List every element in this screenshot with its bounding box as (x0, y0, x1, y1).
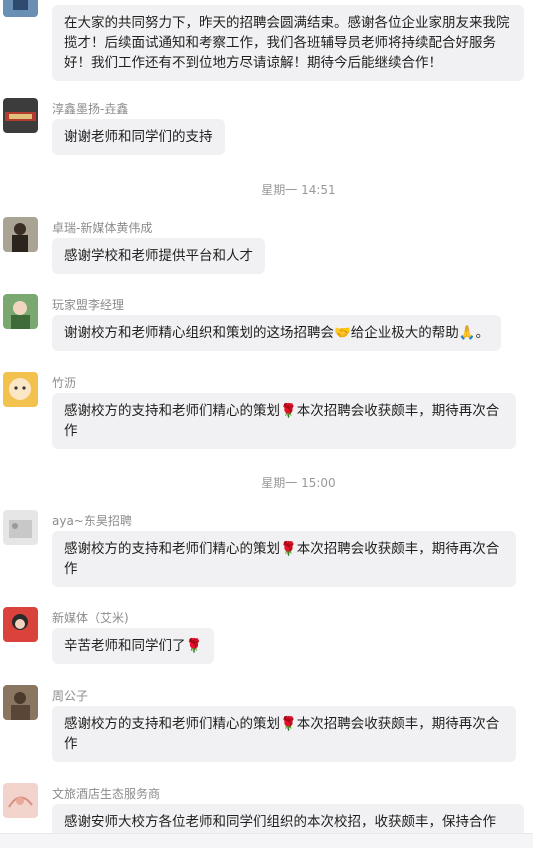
sender-name: 新媒体（艾米) (52, 611, 129, 625)
avatar[interactable] (3, 685, 38, 720)
sender-name: 玩家盟李经理 (52, 298, 125, 312)
message-bubble[interactable]: 感谢校方的支持和老师们精心的策划🌹本次招聘会收获颇丰，期待再次合作 (52, 531, 516, 587)
sender-name: 竹沥 (52, 376, 77, 390)
avatar[interactable] (3, 217, 38, 252)
chat-feed: 在大家的共同努力下，昨天的招聘会圆满结束。感谢各位企业家朋友来我院揽才！后续面试… (0, 0, 533, 847)
avatar[interactable] (3, 98, 38, 133)
avatar-image (3, 510, 38, 545)
avatar-image (3, 294, 38, 329)
message-text: 谢谢校方和老师精心组织和策划的这场招聘会🤝给企业极大的帮助🙏。 (64, 325, 490, 341)
sender-name: 淳鑫墨扬-垚鑫 (52, 102, 129, 116)
message-text: 感谢校方的支持和老师们精心的策划🌹本次招聘会收获颇丰，期待再次合作 (64, 403, 500, 439)
message-bubble[interactable]: 感谢校方的支持和老师们精心的策划🌹本次招聘会收获颇丰，期待再次合作 (52, 393, 516, 449)
sender-name: 文旅酒店生态服务商 (52, 787, 161, 801)
sender-name: 周公子 (52, 689, 89, 703)
avatar-image (3, 0, 38, 17)
message-bubble[interactable]: 感谢学校和老师提供平台和人才 (52, 238, 265, 274)
message-bubble[interactable]: 感谢校方的支持和老师们精心的策划🌹本次招聘会收获颇丰，期待再次合作 (52, 706, 516, 762)
timestamp: 星期一 14:51 (261, 183, 336, 197)
message-bubble[interactable]: 辛苦老师和同学们了🌹 (52, 628, 215, 664)
sender-name: 卓瑞-新媒体黄伟成 (52, 221, 153, 235)
avatar-image (3, 685, 38, 720)
avatar[interactable] (3, 607, 38, 642)
message-text: 感谢校方的支持和老师们精心的策划🌹本次招聘会收获颇丰，期待再次合作 (64, 716, 500, 752)
message-text: 在大家的共同努力下，昨天的招聘会圆满结束。感谢各位企业家朋友来我院揽才！后续面试… (64, 15, 510, 71)
avatar-image (3, 372, 38, 407)
avatar[interactable] (3, 372, 38, 407)
message-text: 感谢学校和老师提供平台和人才 (64, 248, 253, 264)
message-bubble[interactable]: 谢谢校方和老师精心组织和策划的这场招聘会🤝给企业极大的帮助🙏。 (52, 315, 502, 351)
message-text: 辛苦老师和同学们了🌹 (64, 638, 203, 654)
message-text: 谢谢老师和同学们的支持 (64, 129, 213, 145)
avatar-image (3, 98, 38, 133)
input-bar-edge (0, 833, 533, 848)
sender-name: aya~东昊招聘 (52, 514, 132, 528)
message-text: 感谢安师大校方各位老师和同学们组织的本次校招，收获颇丰，保持合作 (64, 814, 496, 830)
avatar[interactable] (3, 0, 38, 17)
avatar[interactable] (3, 294, 38, 329)
message-bubble[interactable]: 谢谢老师和同学们的支持 (52, 119, 225, 155)
timestamp: 星期一 15:00 (261, 476, 336, 490)
avatar[interactable] (3, 783, 38, 818)
avatar-image (3, 217, 38, 252)
message-bubble[interactable]: 在大家的共同努力下，昨天的招聘会圆满结束。感谢各位企业家朋友来我院揽才！后续面试… (52, 5, 524, 81)
avatar[interactable] (3, 510, 38, 545)
avatar-image (3, 783, 38, 818)
avatar-image (3, 607, 38, 642)
message-text: 感谢校方的支持和老师们精心的策划🌹本次招聘会收获颇丰，期待再次合作 (64, 541, 500, 577)
